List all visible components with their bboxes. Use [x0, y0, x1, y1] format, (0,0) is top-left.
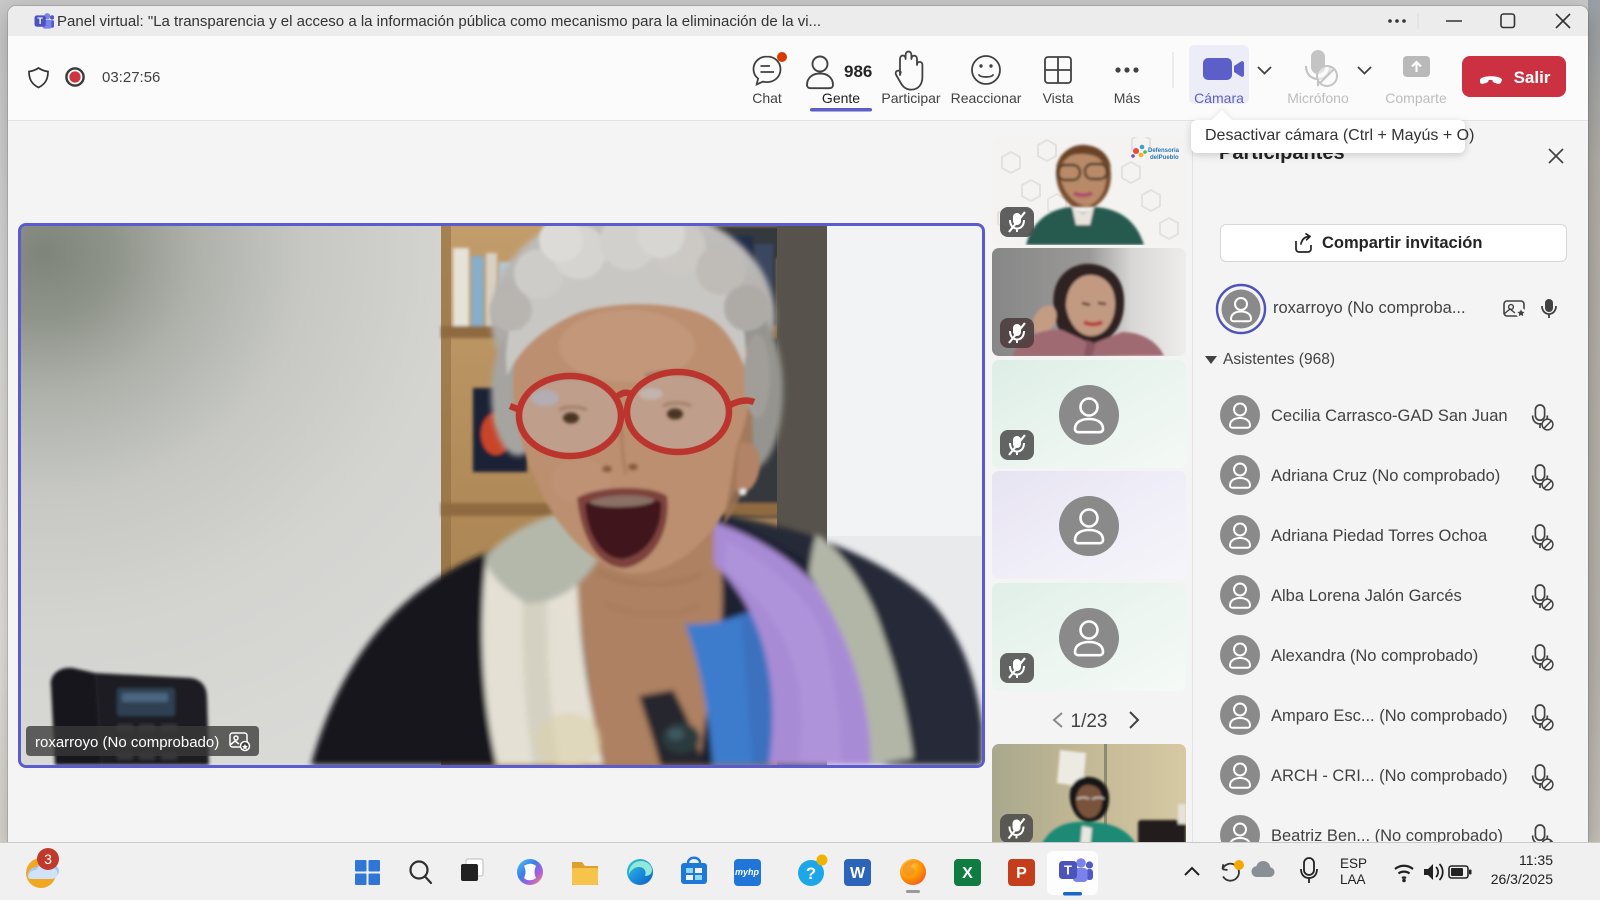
svg-text:Beatriz Ben... (No comprobado: Beatriz Ben... (No comprobado): [1271, 827, 1503, 842]
svg-text:Cecilia Carrasco-GAD San Juan: Cecilia Carrasco-GAD San Juan: [1271, 407, 1508, 425]
svg-text:W: W: [850, 865, 866, 882]
svg-text:?: ?: [806, 864, 816, 883]
svg-text:Alexandra (No comprobado): Alexandra (No comprobado): [1271, 647, 1478, 665]
svg-text:myhp: myhp: [735, 867, 760, 877]
svg-text:ARCH - CRI... (No comprobado): ARCH - CRI... (No comprobado): [1271, 767, 1508, 785]
svg-text:X: X: [962, 865, 973, 882]
svg-text:Adriana Cruz (No comprobado): Adriana Cruz (No comprobado): [1271, 467, 1500, 485]
svg-text:T: T: [1064, 863, 1072, 878]
svg-text:986: 986: [844, 62, 872, 81]
svg-text:T: T: [37, 16, 43, 26]
svg-text:P: P: [1016, 865, 1027, 882]
svg-text:Adriana Piedad Torres Ochoa: Adriana Piedad Torres Ochoa: [1271, 527, 1488, 545]
svg-text:LAA: LAA: [1340, 872, 1366, 887]
svg-text:Amparo Esc... (No comprobado): Amparo Esc... (No comprobado): [1271, 707, 1508, 725]
svg-text:3: 3: [44, 851, 52, 867]
svg-text:Alba Lorena Jalón Garcés: Alba Lorena Jalón Garcés: [1271, 587, 1462, 605]
svg-text:11:35: 11:35: [1519, 852, 1553, 868]
svg-text:1/23: 1/23: [1071, 711, 1108, 732]
svg-text:ESP: ESP: [1340, 856, 1367, 871]
svg-text:26/3/2025: 26/3/2025: [1491, 871, 1553, 887]
svg-text:delPueblo: delPueblo: [1150, 155, 1179, 161]
svg-text:roxarroyo (No comprobado): roxarroyo (No comprobado): [35, 734, 219, 751]
svg-text:Defensoria: Defensoria: [1148, 148, 1180, 154]
